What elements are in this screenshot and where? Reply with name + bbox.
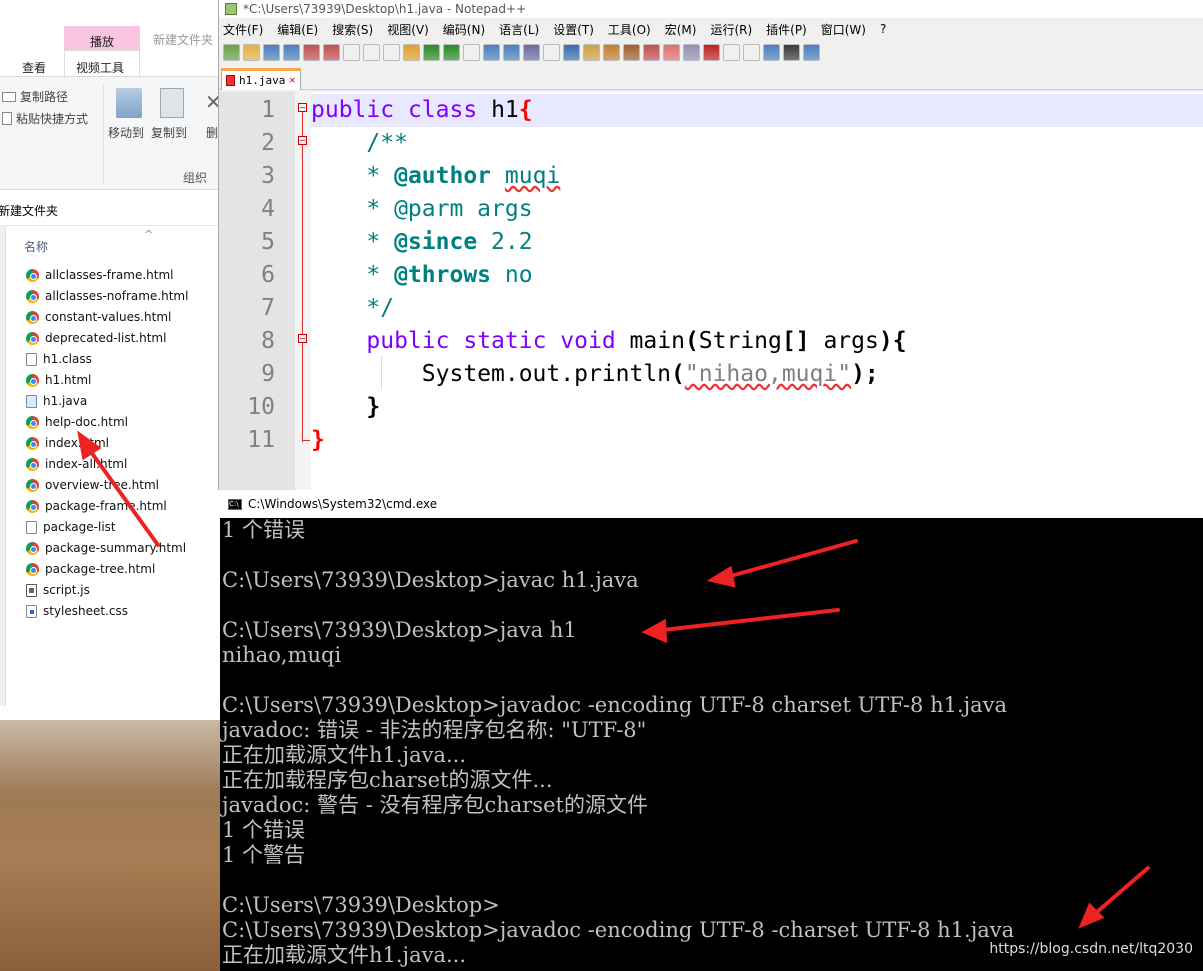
annotation-arrowhead	[641, 618, 668, 644]
annotation-arrowhead	[706, 565, 736, 588]
annotation-arrow-java	[652, 608, 840, 633]
annotation-arrowhead	[77, 430, 102, 461]
annotation-arrow-javadoc	[1088, 866, 1150, 920]
annotation-overlay	[77, 430, 1150, 929]
annotation-arrow-index-html	[84, 443, 160, 547]
annotation-arrow-javac	[718, 539, 858, 581]
